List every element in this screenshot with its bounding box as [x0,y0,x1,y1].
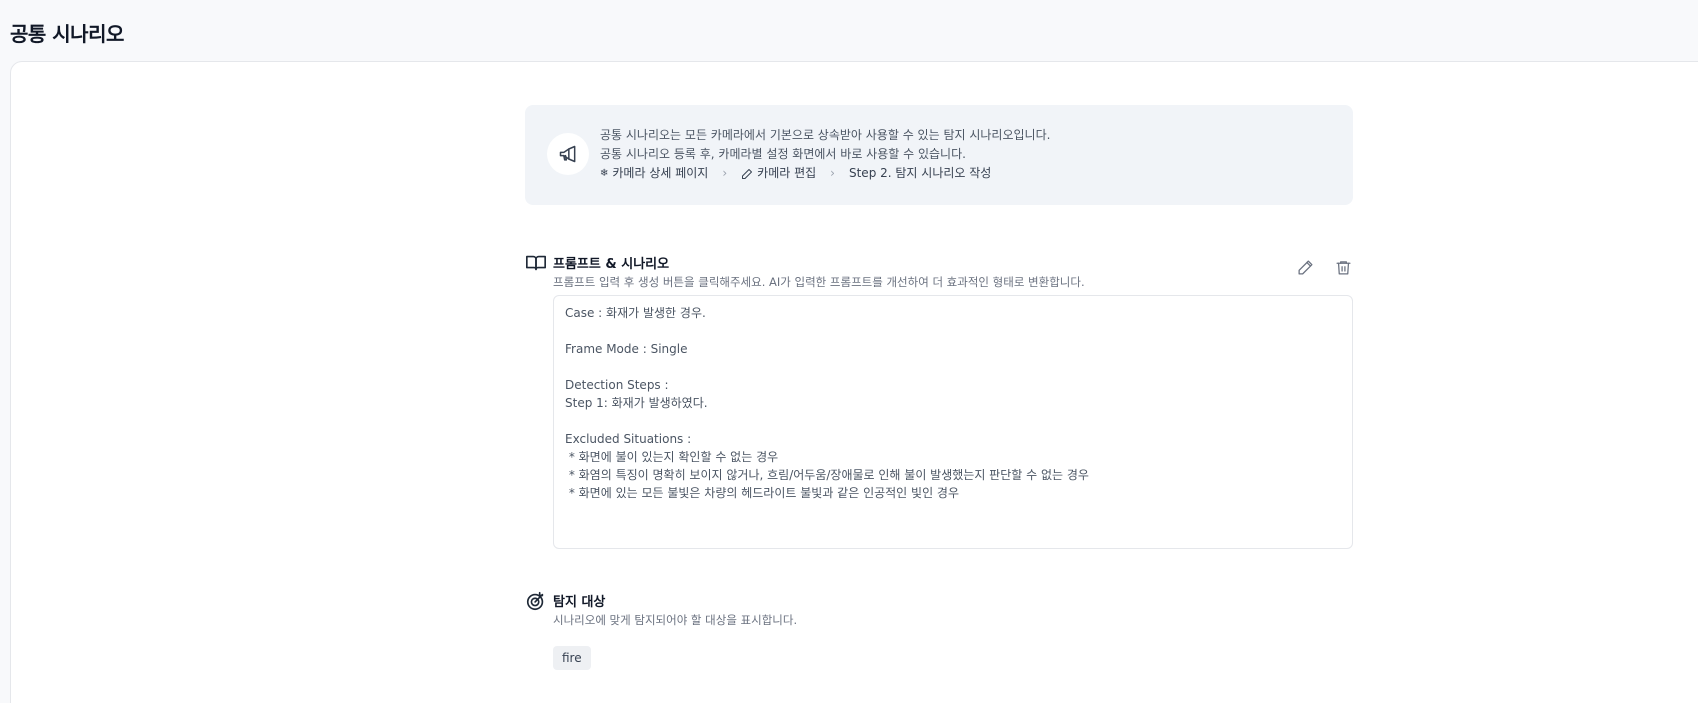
megaphone-icon [547,133,589,175]
snowflake-icon: ❄ [600,168,609,179]
breadcrumb-camera-edit: 카메라 편집 [741,164,816,183]
target-chips: fire [553,646,591,670]
detection-target-section: 탐지 대상 시나리오에 맞게 탐지되어야 할 대상을 표시합니다. fire [525,590,1353,690]
breadcrumb-separator: › [830,166,835,180]
breadcrumb-separator: › [722,166,728,180]
prompt-actions [1295,257,1353,277]
pencil-icon [742,168,753,179]
breadcrumb-camera-detail: ❄ 카메라 상세 페이지 [600,164,708,183]
delete-button[interactable] [1333,257,1353,277]
edit-button[interactable] [1295,257,1315,277]
breadcrumb-label-camera-edit: 카메라 편집 [757,166,817,180]
prompt-textarea[interactable]: Case : 화재가 발생한 경우. Frame Mode : Single D… [553,295,1353,549]
target-icon [526,591,544,611]
prompt-section-description: 프롬프트 입력 후 생성 버튼을 클릭해주세요. AI가 입력한 프롬프트를 개… [553,275,1085,289]
target-section-description: 시나리오에 맞게 탐지되어야 할 대상을 표시합니다. [553,613,798,627]
trash-icon [1335,260,1351,275]
breadcrumb-step-2: Step 2. 탐지 시나리오 작성 [849,164,991,183]
breadcrumb: ❄ 카메라 상세 페이지 › 카메라 편집 › Step 2. 탐지 시나리오 … [600,164,1050,183]
book-icon [526,255,546,271]
target-section-title: 탐지 대상 [553,595,606,610]
info-line-1: 공통 시나리오는 모든 카메라에서 기본으로 상속받아 사용할 수 있는 탐지 … [600,128,1051,142]
page-title: 공통 시나리오 [10,22,124,46]
prompt-section-title: 프롬프트 & 시나리오 [553,257,670,272]
breadcrumb-label-camera-detail: 카메라 상세 페이지 [612,166,709,180]
info-line-2: 공통 시나리오 등록 후, 카메라별 설정 화면에서 바로 사용할 수 있습니다… [600,147,966,161]
target-chip: fire [553,646,591,670]
breadcrumb-label-step-2: Step 2. 탐지 시나리오 작성 [848,166,992,180]
pencil-icon [1297,259,1313,275]
info-banner: 공통 시나리오는 모든 카메라에서 기본으로 상속받아 사용할 수 있는 탐지 … [525,105,1353,205]
prompt-scenario-section: 프롬프트 & 시나리오 프롬프트 입력 후 생성 버튼을 클릭해주세요. AI가… [525,252,1353,552]
